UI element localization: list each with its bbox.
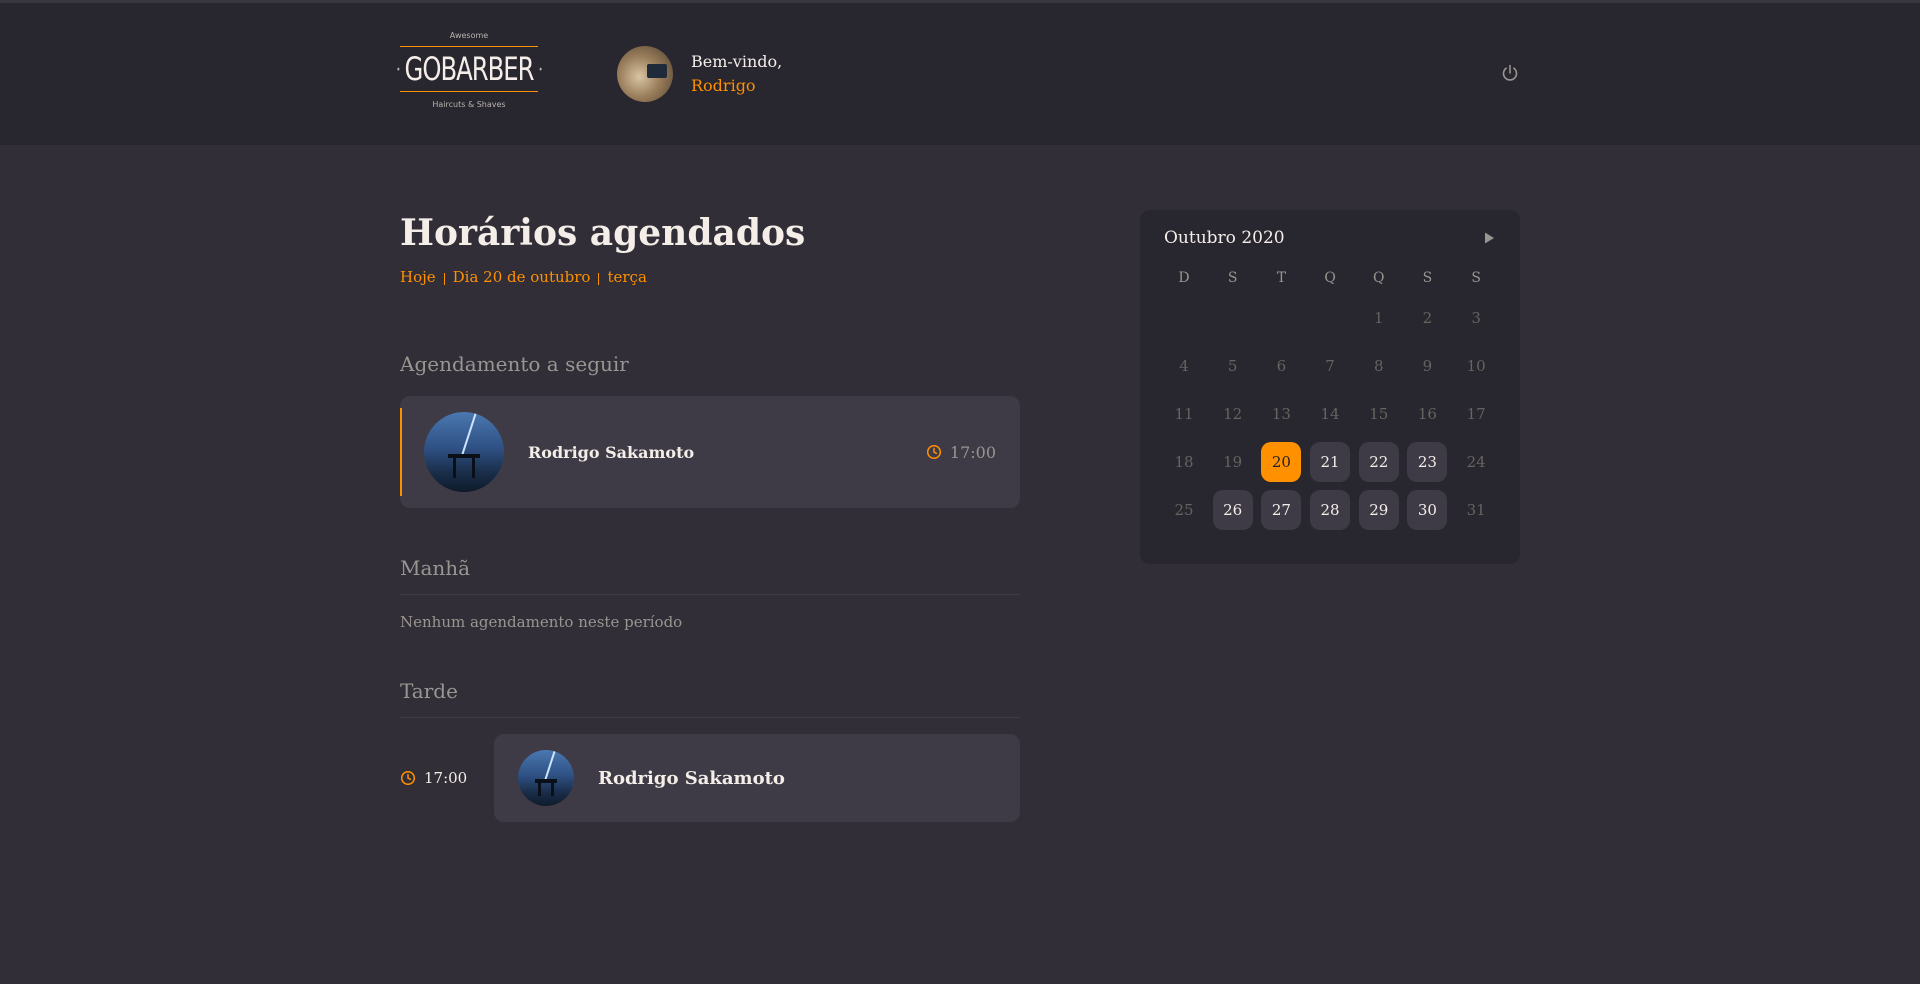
afternoon-title: Tarde [400, 679, 1020, 718]
logo-bottom-text: Haircuts & Shaves [432, 100, 506, 109]
calendar-day: 18 [1174, 453, 1194, 471]
calendar-day: 15 [1369, 405, 1389, 423]
weekday-label: Q [1324, 270, 1336, 286]
weekday-label: S [1422, 270, 1433, 286]
page-title: Horários agendados [400, 212, 806, 254]
calendar-day: 24 [1466, 453, 1486, 471]
calendar-header: Outubro 2020 [1164, 226, 1496, 250]
calendar-day[interactable]: 22 [1358, 442, 1399, 482]
logo-top-text: Awesome [449, 31, 489, 40]
date-today: Hoje [400, 268, 436, 286]
calendar: Outubro 2020 DSTQQSS 1 2 3 4 5 6 7 8 9 10 11 12 13 14… [1140, 210, 1520, 564]
empty-state-text: Nenhum agendamento neste período [400, 613, 683, 631]
calendar-day[interactable]: 21 [1310, 442, 1351, 482]
calendar-day: 4 [1179, 357, 1189, 375]
calendar-day: 1 [1373, 309, 1384, 327]
morning-title: Manhã [400, 556, 1020, 595]
next-appointment-card[interactable]: Rodrigo Sakamoto 17:00 [400, 396, 1020, 508]
calendar-day: 3 [1471, 309, 1481, 327]
calendar-day: 9 [1422, 357, 1433, 375]
calendar-day: 19 [1223, 453, 1243, 471]
calendar-day: 13 [1271, 405, 1291, 423]
welcome-block: Bem-vindo, Rodrigo [691, 50, 782, 98]
schedule-panel: Horários agendados Hoje Dia 20 de outubr… [400, 212, 1020, 822]
date-weekday: terça [607, 268, 647, 286]
calendar-blank [1310, 298, 1350, 338]
afternoon-section: Tarde 17:00 Rodrigo Sakamoto [400, 679, 1020, 822]
client-name: Rodrigo Sakamoto [528, 442, 695, 462]
calendar-weekdays: DSTQQSS [1164, 270, 1496, 286]
calendar-day: 12 [1223, 405, 1243, 423]
calendar-day-selected[interactable]: 20 [1261, 442, 1302, 482]
user-avatar[interactable] [617, 46, 673, 102]
calendar-blank [1164, 298, 1204, 338]
calendar-month-label: Outubro 2020 [1164, 228, 1285, 248]
welcome-label: Bem-vindo, [691, 52, 783, 71]
dashboard-main: Horários agendados Hoje Dia 20 de outubr… [0, 145, 1920, 984]
appointment-time: 17:00 [926, 443, 996, 462]
calendar-blank [1261, 298, 1301, 338]
appointment-time-text: 17:00 [424, 769, 468, 787]
next-appointment-title: Agendamento a seguir [400, 352, 629, 376]
calendar-day: 7 [1325, 357, 1335, 375]
calendar-day[interactable]: 27 [1261, 490, 1302, 530]
clock-icon [400, 770, 416, 786]
weekday-label: S [1471, 270, 1481, 286]
clock-icon [926, 444, 941, 460]
calendar-day: 17 [1466, 405, 1486, 423]
date-separator [443, 273, 445, 285]
date-day: Dia 20 de outubro [452, 268, 591, 286]
calendar-day: 5 [1227, 357, 1238, 375]
date-separator [598, 273, 600, 285]
appointment-time: 17:00 [400, 769, 494, 787]
calendar-days: 1 2 3 4 5 6 7 8 9 10 11 12 13 14 15 16 17 18 19 20 21 22 23 24 2… [1164, 298, 1496, 530]
client-avatar [518, 750, 574, 806]
gobarber-logo[interactable]: Awesome • GOBARBER • Haircuts & Shaves [396, 31, 543, 119]
calendar-day: 11 [1174, 405, 1194, 423]
calendar-day[interactable]: 30 [1407, 490, 1448, 530]
next-month-icon[interactable] [1482, 231, 1496, 245]
logo-brand: • GOBARBER • [396, 50, 543, 88]
calendar-day: 25 [1174, 501, 1194, 519]
calendar-day[interactable]: 29 [1358, 490, 1399, 530]
calendar-day: 2 [1422, 309, 1433, 327]
calendar-blank [1213, 298, 1253, 338]
calendar-day: 6 [1276, 357, 1287, 375]
appointment-time-text: 17:00 [949, 442, 996, 462]
calendar-day: 10 [1466, 357, 1486, 375]
calendar-day[interactable]: 28 [1310, 490, 1351, 530]
power-icon[interactable] [1500, 63, 1520, 83]
client-name: Rodrigo Sakamoto [598, 767, 785, 789]
calendar-day: 14 [1320, 405, 1340, 423]
calendar-day: 16 [1417, 405, 1437, 423]
weekday-label: T [1276, 270, 1287, 286]
client-avatar [424, 412, 504, 492]
appointment-card[interactable]: Rodrigo Sakamoto [494, 734, 1020, 822]
user-profile[interactable]: Bem-vindo, Rodrigo [617, 46, 782, 102]
weekday-label: Q [1373, 270, 1385, 286]
logo-brand-text: GOBARBER [404, 50, 535, 88]
weekday-label: S [1227, 270, 1238, 286]
appointment-row: 17:00 Rodrigo Sakamoto [400, 734, 1020, 822]
weekday-label: D [1178, 270, 1190, 286]
calendar-day: 8 [1373, 357, 1384, 375]
date-line: Hoje Dia 20 de outubro terça [400, 268, 1020, 286]
app-header: Awesome • GOBARBER • Haircuts & Shaves B… [0, 3, 1920, 145]
calendar-day[interactable]: 23 [1407, 442, 1448, 482]
calendar-day: 31 [1466, 501, 1486, 519]
calendar-day[interactable]: 26 [1212, 490, 1253, 530]
morning-section: Manhã Nenhum agendamento neste período [400, 556, 1020, 631]
user-name[interactable]: Rodrigo [691, 74, 782, 98]
